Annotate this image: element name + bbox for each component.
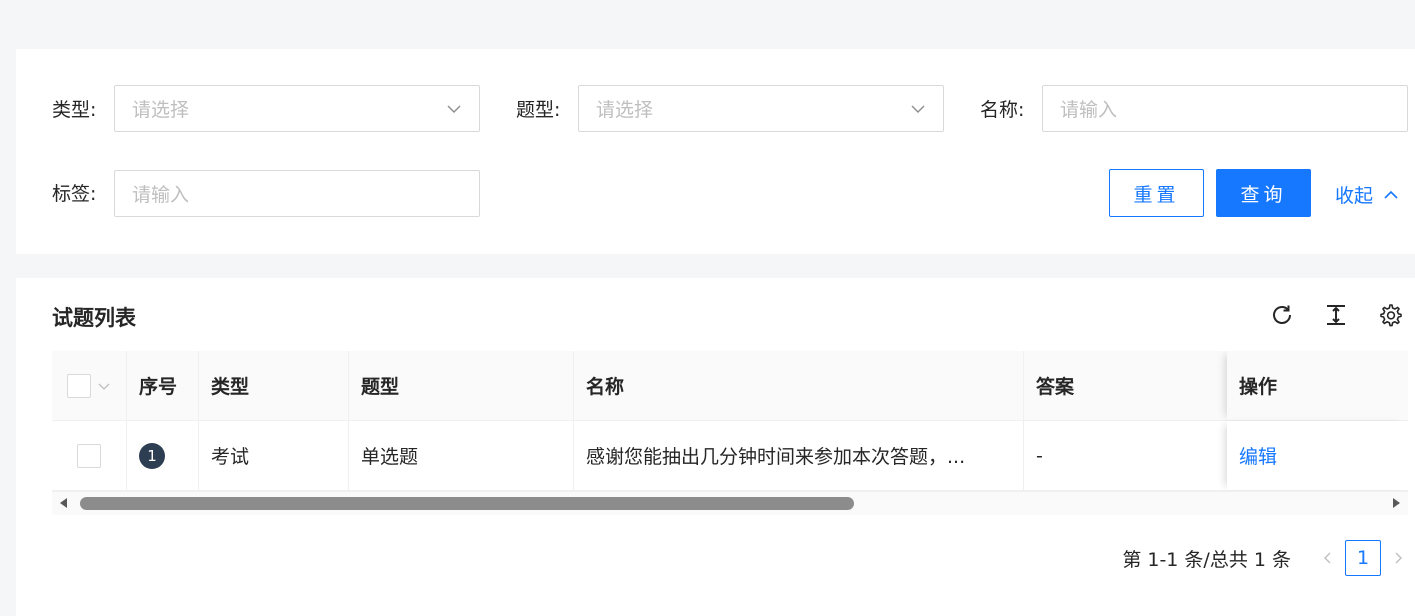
table-title: 试题列表 — [52, 306, 136, 330]
name-input-placeholder: 请输入 — [1060, 99, 1118, 121]
select-all-checkbox[interactable] — [67, 373, 91, 398]
name-input[interactable]: 请输入 — [1042, 85, 1408, 132]
page-number-button[interactable]: 1 — [1345, 540, 1381, 576]
query-button[interactable]: 查询 — [1216, 169, 1311, 217]
scrollbar-thumb[interactable] — [80, 497, 854, 510]
name-label: 名称: — [980, 99, 1025, 121]
row-checkbox[interactable] — [77, 443, 101, 468]
row-index-cell: 1 — [127, 421, 199, 490]
chevron-up-icon — [1384, 190, 1398, 199]
reset-button[interactable]: 重置 — [1109, 169, 1204, 217]
filter-panel: 类型: 请选择 题型: 请选择 名称: 请输入 标签: 请输入 重置 查询 收起 — [16, 49, 1415, 254]
top-cut-off-heading — [16, 0, 316, 2]
settings-icon[interactable] — [1377, 302, 1403, 328]
qtype-select-placeholder: 请选择 — [596, 99, 654, 121]
row-select-cell — [52, 421, 127, 490]
scroll-right-arrow-icon[interactable] — [1393, 498, 1400, 508]
row-answer-cell: - — [1036, 444, 1043, 467]
chevron-right-icon — [1395, 552, 1402, 564]
type-select[interactable]: 请选择 — [114, 85, 480, 132]
row-type-cell: 考试 — [199, 421, 349, 490]
question-table: 序号 类型 题型 名称 答案 操作 1 考试 单选题 感谢您能抽出几分钟时间来参… — [52, 351, 1408, 515]
collapse-link[interactable]: 收起 — [1335, 181, 1399, 208]
chevron-down-icon — [447, 105, 461, 113]
prev-page-button[interactable] — [1311, 541, 1345, 575]
qtype-label: 题型: — [516, 99, 561, 121]
header-select-cell — [52, 351, 127, 420]
type-label: 类型: — [52, 99, 97, 121]
pagination: 第 1-1 条/总共 1 条 1 — [1122, 540, 1415, 576]
pagination-total: 第 1-1 条/总共 1 条 — [1122, 548, 1291, 571]
row-name-text: 感谢您能抽出几分钟时间来参加本次答题，... — [586, 446, 966, 468]
column-header-type: 类型 — [199, 351, 349, 420]
column-header-name: 名称 — [574, 351, 1024, 420]
tag-input-placeholder: 请输入 — [132, 184, 190, 206]
table-row: 1 考试 单选题 感谢您能抽出几分钟时间来参加本次答题，... - 编辑 — [52, 421, 1408, 491]
row-index-badge: 1 — [139, 442, 165, 469]
qtype-select[interactable]: 请选择 — [578, 85, 944, 132]
tag-label: 标签: — [52, 183, 97, 205]
chevron-down-icon[interactable] — [97, 379, 111, 393]
row-name-cell: 感谢您能抽出几分钟时间来参加本次答题，... — [574, 421, 1024, 490]
tag-input[interactable]: 请输入 — [114, 170, 480, 217]
column-header-qtype: 题型 — [349, 351, 574, 420]
table-header-row: 序号 类型 题型 名称 答案 操作 — [52, 351, 1408, 421]
row-qtype-cell: 单选题 — [349, 421, 574, 490]
column-header-index: 序号 — [127, 351, 199, 420]
collapse-label: 收起 — [1335, 185, 1374, 207]
horizontal-scrollbar[interactable] — [52, 491, 1408, 515]
column-header-answer: 答案 — [1036, 376, 1075, 398]
type-select-placeholder: 请选择 — [132, 99, 190, 121]
row-operation-cell: 编辑 — [1227, 421, 1408, 490]
column-header-operation: 操作 — [1227, 351, 1408, 420]
scroll-left-arrow-icon[interactable] — [60, 498, 67, 508]
next-page-button[interactable] — [1381, 541, 1415, 575]
refresh-icon[interactable] — [1269, 302, 1295, 328]
chevron-down-icon — [911, 105, 925, 113]
column-height-icon[interactable] — [1323, 302, 1349, 328]
edit-link[interactable]: 编辑 — [1239, 442, 1277, 469]
chevron-left-icon — [1324, 552, 1331, 564]
table-panel: 试题列表 序号 类型 题型 名称 答案 操作 1 考试 单选题 感谢您能抽出几分… — [16, 278, 1415, 616]
